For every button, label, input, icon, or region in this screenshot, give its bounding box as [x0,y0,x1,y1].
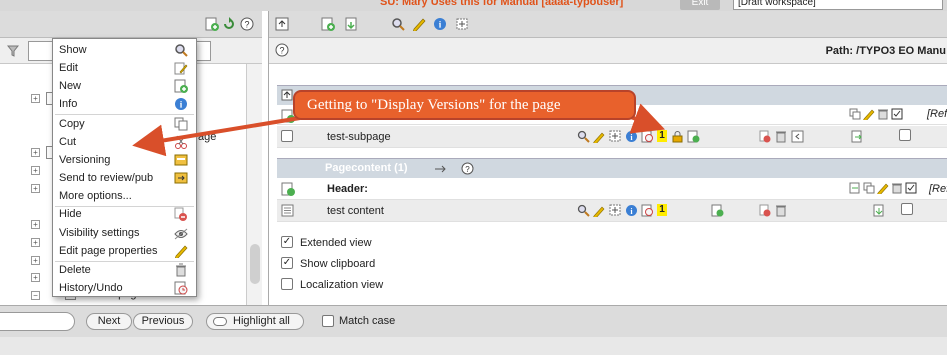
highlight-all-label: Highlight all [233,315,290,327]
annotation-arrows [132,103,666,157]
match-case-label: Match case [339,315,396,327]
toggle-switch-icon [213,317,227,326]
match-case-checkbox[interactable] [322,315,334,327]
highlight-all-button[interactable]: Highlight all [206,313,304,330]
callout-text: Getting to "Display Versions" for the pa… [307,97,561,113]
find-input[interactable] [0,312,75,331]
annotation-callout: Getting to "Display Versions" for the pa… [293,90,636,120]
arrow-to-versioning [132,116,301,157]
browser-find-bar: Next Previous Highlight all Match case [0,305,947,337]
window-bottom-edge [0,337,947,355]
find-previous-button[interactable]: Previous [133,313,193,330]
typo3-backend-window: SU: Mary Uses this for Manual [aaaa-typo… [0,0,947,355]
find-next-button[interactable]: Next [86,313,132,330]
